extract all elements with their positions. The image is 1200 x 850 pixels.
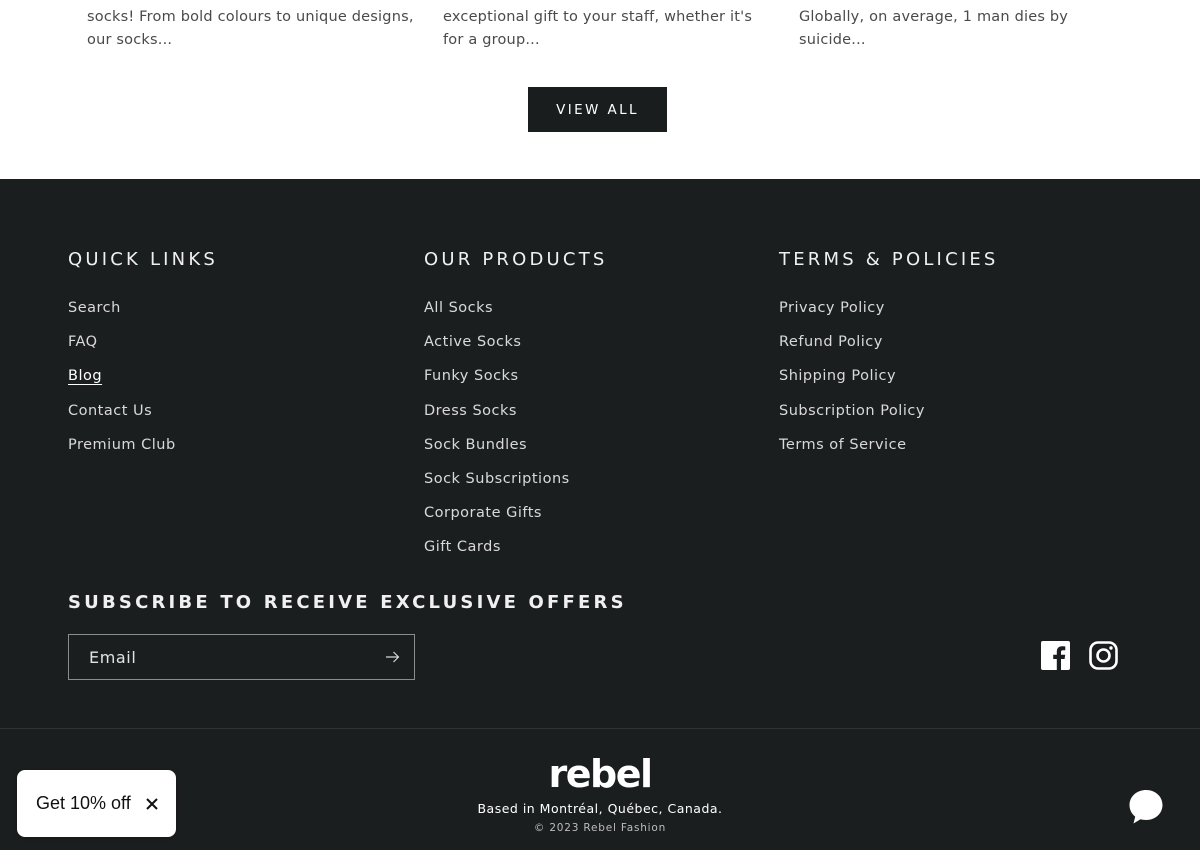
blog-excerpt: exceptional gift to your staff, whether …	[443, 9, 753, 48]
footer-link-faq[interactable]: FAQ	[68, 334, 98, 350]
footer-link-all-socks[interactable]: All Socks	[424, 300, 493, 316]
footer-link-subscription-policy[interactable]: Subscription Policy	[779, 403, 925, 419]
view-all-button[interactable]: VIEW ALL	[528, 87, 667, 132]
blog-section: socks! From bold colours to unique desig…	[0, 0, 1200, 179]
footer-link-blog[interactable]: Blog	[68, 368, 102, 384]
footer-link-refund-policy[interactable]: Refund Policy	[779, 334, 883, 350]
chat-widget-button[interactable]	[1123, 784, 1169, 830]
instagram-link[interactable]	[1088, 640, 1118, 670]
newsletter-form	[68, 634, 415, 680]
subscribe-submit-button[interactable]	[370, 635, 414, 679]
our-products-column: OUR PRODUCTS All Socks Active Socks Funk…	[424, 249, 608, 574]
terms-policies-list: Privacy Policy Refund Policy Shipping Po…	[779, 300, 999, 471]
footer-link-terms-of-service[interactable]: Terms of Service	[779, 437, 906, 453]
our-products-heading: OUR PRODUCTS	[424, 249, 608, 270]
subscribe-heading: SUBSCRIBE TO RECEIVE EXCLUSIVE OFFERS	[68, 592, 627, 613]
location-text: Based in Montréal, Québec, Canada.	[477, 801, 723, 816]
email-field[interactable]	[69, 635, 370, 679]
quick-links-column: QUICK LINKS Search FAQ Blog Contact Us P…	[68, 249, 218, 471]
terms-policies-column: TERMS & POLICIES Privacy Policy Refund P…	[779, 249, 999, 471]
discount-label: Get 10% off	[36, 793, 131, 813]
quick-links-heading: QUICK LINKS	[68, 249, 218, 270]
rebel-logo[interactable]: rebel	[0, 752, 1200, 796]
footer-divider	[0, 728, 1200, 729]
footer-link-search[interactable]: Search	[68, 300, 121, 316]
footer-link-funky-socks[interactable]: Funky Socks	[424, 368, 519, 384]
instagram-icon	[1088, 640, 1118, 670]
discount-popup[interactable]: Get 10% off	[17, 770, 176, 837]
footer-link-active-socks[interactable]: Active Socks	[424, 334, 521, 350]
footer-link-shipping-policy[interactable]: Shipping Policy	[779, 368, 896, 384]
footer-link-contact-us[interactable]: Contact Us	[68, 403, 152, 419]
facebook-link[interactable]	[1040, 640, 1070, 670]
footer-link-sock-subscriptions[interactable]: Sock Subscriptions	[424, 471, 570, 487]
chat-bubble-icon	[1129, 790, 1163, 824]
footer-link-sock-bundles[interactable]: Sock Bundles	[424, 437, 527, 453]
close-icon[interactable]	[144, 796, 160, 812]
footer-link-privacy-policy[interactable]: Privacy Policy	[779, 300, 885, 316]
copyright-text: © 2023 Rebel Fashion	[533, 822, 667, 834]
footer-link-corporate-gifts[interactable]: Corporate Gifts	[424, 505, 542, 521]
footer-link-premium-club[interactable]: Premium Club	[68, 437, 176, 453]
site-footer: QUICK LINKS Search FAQ Blog Contact Us P…	[0, 179, 1200, 850]
blog-excerpt: socks! From bold colours to unique desig…	[87, 9, 414, 48]
arrow-right-icon	[385, 651, 399, 663]
our-products-list: All Socks Active Socks Funky Socks Dress…	[424, 300, 608, 574]
blog-excerpt: Globally, on average, 1 man dies by suic…	[799, 9, 1069, 48]
footer-brand: rebel Based in Montréal, Québec, Canada.…	[0, 752, 1200, 834]
facebook-icon	[1040, 640, 1070, 670]
footer-link-gift-cards[interactable]: Gift Cards	[424, 539, 501, 555]
footer-link-dress-socks[interactable]: Dress Socks	[424, 403, 517, 419]
terms-policies-heading: TERMS & POLICIES	[779, 249, 999, 270]
quick-links-list: Search FAQ Blog Contact Us Premium Club	[68, 300, 218, 471]
